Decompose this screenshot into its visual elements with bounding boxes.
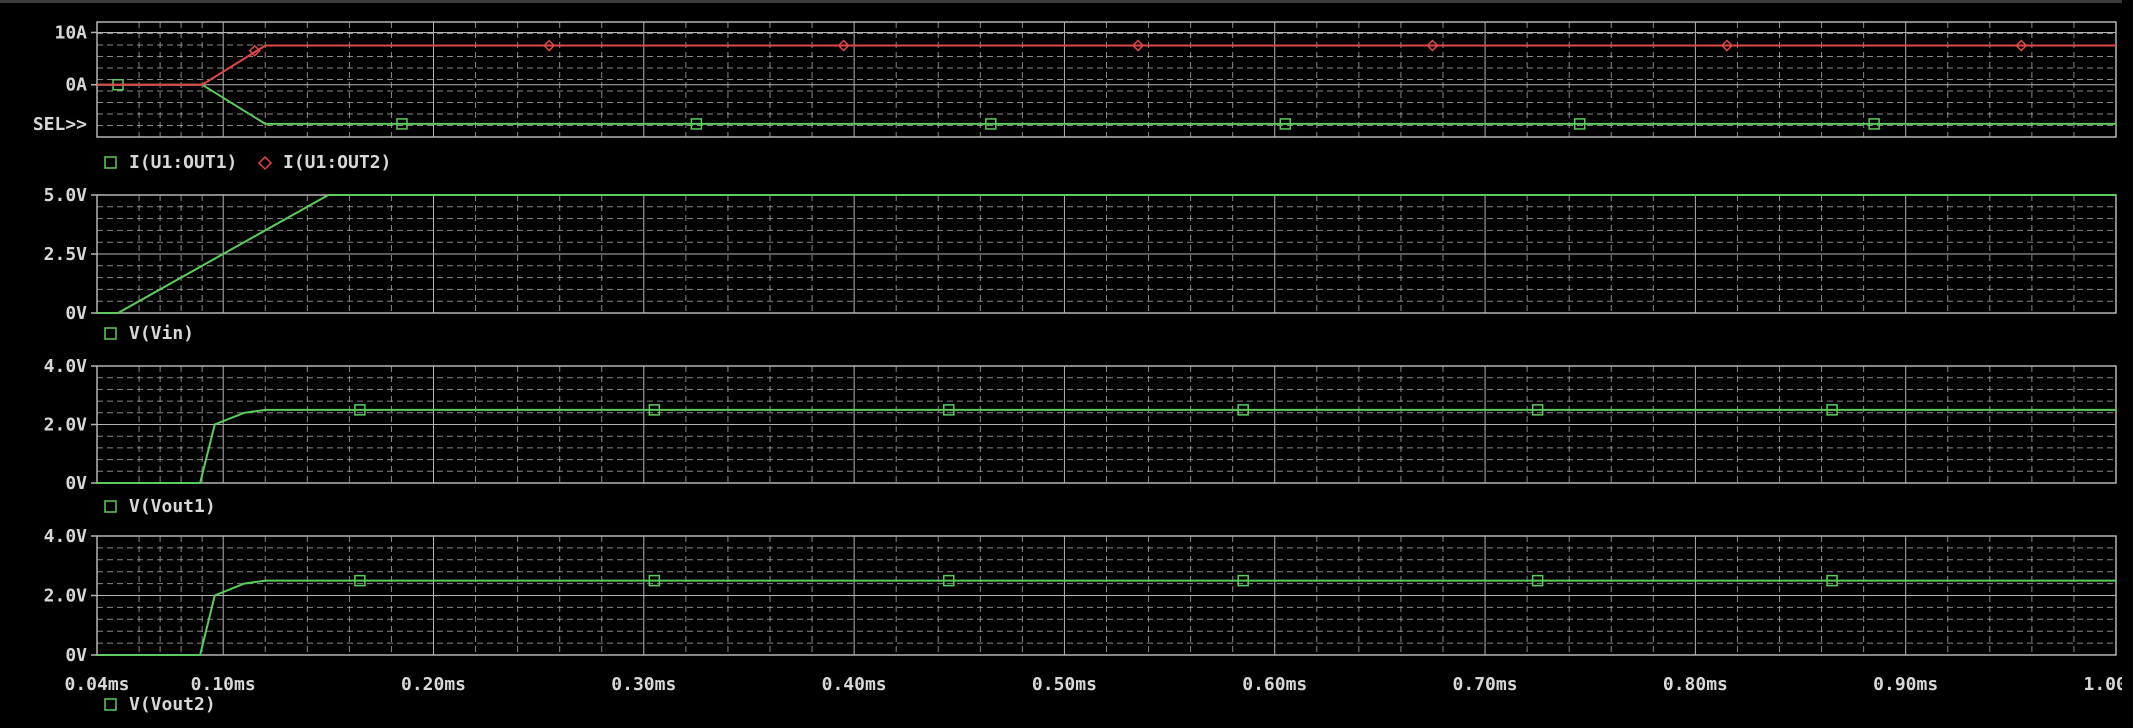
y-tick-label: 0A [65,75,87,96]
legend-diamond-icon [257,155,273,171]
legend-label: V(Vout2) [129,694,216,715]
y-tick-label: 4.0V [44,356,88,377]
legend-label: V(Vout1) [129,496,216,517]
y-tick-label: 2.0V [44,586,88,607]
x-tick-label: 0.50ms [1032,674,1097,695]
y-tick-label: 4.0V [44,526,88,547]
sel-marker: SEL>> [33,114,87,135]
plot-panel-3[interactable] [91,365,2117,484]
y-tick-label: 2.5V [44,244,88,265]
plot-panel-1[interactable] [91,21,2117,138]
y-tick-label: 2.0V [44,415,88,436]
y-tick-label: 5.0V [44,185,88,206]
probe-plot-window[interactable]: 10A 0A SEL>> I(U1:OUT1) I(U1:OUT2) 5.0V 2.5V 0V… [0,0,2133,728]
window-right-edge [2122,0,2133,728]
x-tick-label: 0.60ms [1242,674,1307,695]
x-tick-label: 0.30ms [611,674,676,695]
plot-panel-2[interactable] [91,194,2117,314]
legend-label: I(U1:OUT2) [283,152,391,173]
x-tick-label: 0.70ms [1453,674,1518,695]
x-tick-label: 0.04ms [64,674,129,695]
plot-panel-4[interactable] [91,535,2117,656]
legend-label: I(U1:OUT1) [129,152,237,173]
legend-square-icon [104,698,117,711]
legend-square-icon [104,156,117,169]
x-tick-label: 0.40ms [822,674,887,695]
y-tick-label: 0V [65,645,87,666]
legend-square-icon [104,500,117,513]
x-tick-label: 0.90ms [1873,674,1938,695]
x-tick-label: 0.10ms [191,674,256,695]
legend-label: V(Vin) [129,323,194,344]
y-tick-label: 10A [54,22,87,43]
legend-square-icon [104,327,117,340]
y-tick-label: 0V [65,473,87,494]
x-tick-label: 0.80ms [1663,674,1728,695]
y-tick-label: 0V [65,303,87,324]
x-tick-label: 0.20ms [401,674,466,695]
